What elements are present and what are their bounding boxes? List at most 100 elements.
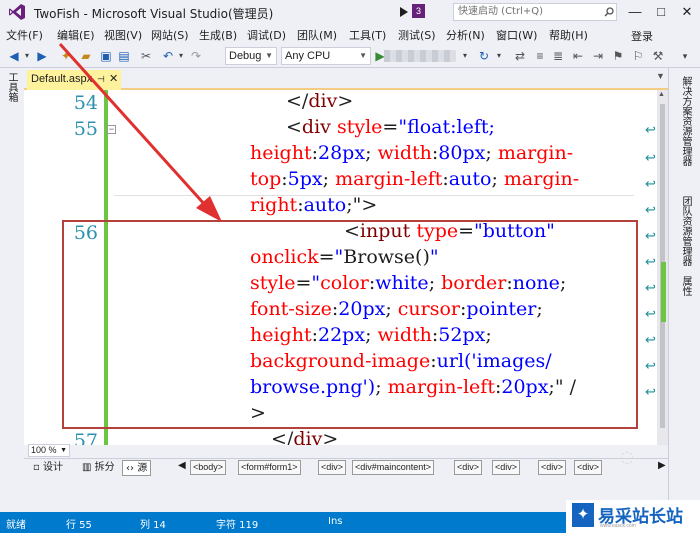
team-explorer-tab[interactable]: 团队资源管理器 xyxy=(678,196,693,266)
status-character: 字符 119 xyxy=(216,520,259,531)
code-line[interactable]: </div> xyxy=(286,90,353,114)
split-view-button[interactable]: ▥ 拆分 xyxy=(79,460,118,476)
code-line[interactable]: <div style="float:left; xyxy=(286,114,495,140)
quick-launch-input[interactable]: 快速启动 (Ctrl+Q) xyxy=(453,3,617,21)
login-link[interactable]: 登录 xyxy=(631,28,653,44)
word-wrap-icon: ↩ xyxy=(645,176,656,191)
breadcrumb-tag[interactable]: <form#form1> xyxy=(238,460,301,475)
open-folder-icon[interactable]: ▰ xyxy=(78,48,94,64)
code-token: margin- xyxy=(503,168,580,190)
toolbar-overflow-icon[interactable]: ▾ xyxy=(678,48,692,64)
toolbar: ◀ ▾ ▶ ✦ ▰ ▣ ▤ ✂ ↶ ▾ ↷ Debug ▼ Any CPU ▼ ▶ … xyxy=(0,44,700,68)
breadcrumb-tag[interactable]: <body> xyxy=(190,460,227,475)
comment-icon[interactable]: ≡ xyxy=(532,48,548,64)
visual-studio-logo-icon xyxy=(9,4,25,20)
word-wrap-icon: ↩ xyxy=(645,122,656,137)
platform-select[interactable]: Any CPU ▼ xyxy=(281,47,371,65)
minimize-button[interactable]: — xyxy=(624,2,646,22)
save-icon[interactable]: ▣ xyxy=(98,48,114,64)
properties-tab[interactable]: 属性 xyxy=(678,276,693,296)
word-wrap-icon: ↩ xyxy=(645,280,656,295)
crumb-right-icon[interactable]: ▶ xyxy=(658,460,666,471)
maximize-button[interactable]: □ xyxy=(650,2,672,22)
breadcrumb-tag[interactable]: <div> xyxy=(318,460,347,475)
undo-icon[interactable]: ↶ xyxy=(160,48,176,64)
next-bookmark-icon[interactable]: ⚐ xyxy=(630,48,646,64)
code-token: ; xyxy=(365,142,378,164)
notification-flag-icon[interactable] xyxy=(398,6,410,18)
breadcrumb-tag[interactable]: <div> xyxy=(492,460,521,475)
menu-test[interactable]: 测试(S) xyxy=(398,27,436,43)
close-window-button[interactable]: ✕ xyxy=(676,2,698,22)
code-token: </ xyxy=(271,428,294,445)
code-token: > xyxy=(322,428,339,445)
outdent-icon[interactable]: ⇤ xyxy=(570,48,586,64)
solution-explorer-tab[interactable]: 解决方案资源管理器 xyxy=(678,76,693,166)
menu-file[interactable]: 文件(F) xyxy=(6,27,43,43)
document-tab-row: Default.aspx ⊣ ✕ ▼ xyxy=(24,68,668,90)
collapse-icon[interactable]: − xyxy=(107,125,116,134)
chevron-down-icon: ▼ xyxy=(265,51,273,60)
code-line[interactable]: height:28px; width:80px; margin- xyxy=(250,140,573,166)
code-token: top xyxy=(250,168,282,190)
refresh-icon[interactable]: ↻ xyxy=(476,48,492,64)
cut-icon[interactable]: ✂ xyxy=(138,48,154,64)
menu-website[interactable]: 网站(S) xyxy=(151,27,189,43)
new-project-icon[interactable]: ✦ xyxy=(58,48,74,64)
menu-edit[interactable]: 编辑(E) xyxy=(57,27,95,43)
code-token: 28px xyxy=(318,142,366,164)
zoom-select[interactable]: 100 % ▼ xyxy=(28,444,70,457)
source-label: 源 xyxy=(137,463,148,474)
menu-debug[interactable]: 调试(D) xyxy=(247,27,286,43)
code-line[interactable]: top:5px; margin-left:auto; margin- xyxy=(250,166,579,192)
status-ready: 就绪 xyxy=(6,520,26,531)
breadcrumb-tag[interactable]: <div> xyxy=(574,460,603,475)
indent-icon[interactable]: ⇥ xyxy=(590,48,606,64)
refresh-dropdown-icon[interactable]: ▾ xyxy=(494,48,504,64)
configuration-select[interactable]: Debug ▼ xyxy=(225,47,277,65)
notification-badge[interactable]: 3 xyxy=(412,4,425,18)
scroll-up-icon[interactable]: ▲ xyxy=(658,91,665,98)
menu-help[interactable]: 帮助(H) xyxy=(549,27,588,43)
undo-dropdown-icon[interactable]: ▾ xyxy=(176,48,186,64)
title-bar: TwoFish - Microsoft Visual Studio(管理员) 3… xyxy=(0,0,700,24)
code-token: ; xyxy=(322,168,336,190)
breadcrumb-tag[interactable]: <div> xyxy=(538,460,567,475)
browser-link-icon[interactable]: ⇄ xyxy=(512,48,528,64)
forward-icon[interactable]: ▶ xyxy=(34,48,50,64)
document-tab[interactable]: Default.aspx ⊣ ✕ xyxy=(27,70,121,90)
split-label: 拆分 xyxy=(94,462,115,473)
menu-analyze[interactable]: 分析(N) xyxy=(446,27,485,43)
faint-watermark-mark: ◌ xyxy=(620,447,634,466)
back-icon[interactable]: ◀ xyxy=(6,48,22,64)
code-token: div xyxy=(308,90,338,112)
save-all-icon[interactable]: ▤ xyxy=(116,48,132,64)
redo-icon[interactable]: ↷ xyxy=(188,48,204,64)
uncomment-icon[interactable]: ≣ xyxy=(550,48,566,64)
close-tab-icon[interactable]: ✕ xyxy=(109,70,118,88)
blurred-browser-name xyxy=(384,50,456,62)
crumb-left-icon[interactable]: ◀ xyxy=(178,460,186,471)
back-dropdown-icon[interactable]: ▾ xyxy=(22,48,32,64)
menu-tools[interactable]: 工具(T) xyxy=(349,27,386,43)
left-dock-strip xyxy=(0,68,24,512)
watermark-logo-icon: ✦ xyxy=(572,503,594,527)
code-token: style xyxy=(336,116,383,138)
word-wrap-icon: ↩ xyxy=(645,150,656,165)
bookmark-icon[interactable]: ⚑ xyxy=(610,48,626,64)
toolbox-tab[interactable]: 工具箱 xyxy=(6,72,19,102)
breadcrumb-tag[interactable]: <div#maincontent> xyxy=(352,460,435,475)
menu-team[interactable]: 团队(M) xyxy=(297,27,337,43)
breadcrumb-tag[interactable]: <div> xyxy=(454,460,483,475)
clear-bookmarks-icon[interactable]: ⚒ xyxy=(650,48,666,64)
browser-dropdown-icon[interactable]: ▾ xyxy=(460,48,470,64)
source-view-button[interactable]: ‹› 源 xyxy=(122,460,152,476)
split-icon: ▥ xyxy=(82,462,95,473)
tab-list-dropdown-icon[interactable]: ▼ xyxy=(656,71,665,81)
zoom-row xyxy=(24,445,668,458)
pin-icon[interactable]: ⊣ xyxy=(97,70,105,88)
design-view-button[interactable]: ▫ 设计 xyxy=(30,460,66,476)
menu-window[interactable]: 窗口(W) xyxy=(496,27,537,43)
menu-view[interactable]: 视图(V) xyxy=(104,27,142,43)
menu-build[interactable]: 生成(B) xyxy=(199,27,237,43)
